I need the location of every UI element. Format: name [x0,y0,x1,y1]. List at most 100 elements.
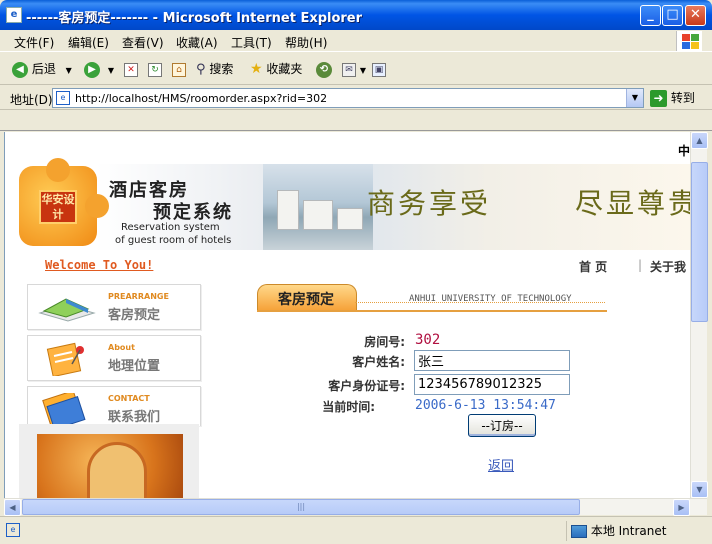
hotel-photo [263,164,373,250]
stop-icon: ✕ [124,62,138,77]
slogan-1: 商务享受 [367,187,492,220]
links-bar [0,111,712,131]
ie-page-icon: e [6,523,20,537]
chevron-down-icon[interactable]: ▼ [108,66,114,75]
search-button[interactable]: ⚲ 搜索 [196,60,233,78]
scroll-down-icon[interactable]: ▼ [691,481,708,498]
nav-home[interactable]: 首 页 [579,258,607,275]
menu-tools[interactable]: 工具(T) [231,34,272,51]
puzzle-logo-icon: 华安设计 [19,158,109,246]
customer-id-input[interactable] [414,374,570,395]
banner: 华安设计 酒店客房 预定系统 Reservation system of gue… [15,158,690,250]
back-label: 后退 [31,62,56,76]
logo-seal: 华安设计 [39,190,77,224]
address-bar: 地址(D) e http://localhost/HMS/roomorder.a… [0,86,712,110]
menu-file[interactable]: 文件(F) [14,34,54,51]
vertical-scrollbar[interactable]: ▲ ▼ [690,132,708,498]
mail-button[interactable]: ✉ ▼ [342,60,366,78]
book-icon [38,298,96,322]
menu-favorites[interactable]: 收藏(A) [176,34,218,51]
sidebar-item-prearrange[interactable]: PREARRANGE 客房预定 [27,284,201,330]
sidebar-item-contact[interactable]: CONTACT 联系我们 [27,386,201,427]
menu-help[interactable]: 帮助(H) [285,34,327,51]
home-icon: ⌂ [172,62,186,77]
history-button[interactable]: ⟲ [316,60,332,78]
close-button[interactable]: ✕ [685,5,706,26]
sidebar-cn: 联系我们 [108,410,161,425]
address-url[interactable]: http://localhost/HMS/roomorder.aspx?rid=… [75,92,327,105]
room-number-label: 房间号: [364,335,405,349]
scroll-left-icon[interactable]: ◀ [4,499,21,516]
favorites-label: 收藏夹 [266,62,303,76]
menu-view[interactable]: 查看(V) [122,34,164,51]
star-icon: ★ [250,61,263,77]
chevron-down-icon[interactable]: ▼ [626,89,643,107]
title-bar: e ------客房预定------- - Microsoft Internet… [0,0,712,30]
mail-icon: ✉ [342,62,356,77]
customer-name-label: 客户姓名: [352,355,405,369]
chevron-down-icon[interactable]: ▼ [360,66,366,75]
slogan-2: 尽显尊贵 [575,187,690,220]
address-label: 地址(D) [10,93,53,107]
refresh-icon: ↻ [148,62,162,77]
book-room-button[interactable]: --订房-- [468,414,536,437]
system-title-en-2: of guest room of hotels [115,235,232,246]
section-tab: 客房预定 [257,284,357,310]
sidebar-en: CONTACT [108,394,150,403]
go-arrow-icon: ➜ [650,90,667,107]
university-name: ANHUI UNIVERSITY OF TECHNOLOGY [409,294,572,304]
status-bar: e 本地 Intranet [0,516,712,544]
system-title-2: 预定系统 [153,202,233,223]
go-button[interactable]: ➜ 转到 [650,89,695,107]
search-label: 搜索 [209,62,234,76]
ie-page-icon[interactable]: e [6,7,22,23]
stop-button[interactable]: ✕ [124,60,138,78]
vertical-scroll-thumb[interactable] [691,162,708,322]
customer-id-label: 客户身份证号: [328,379,405,393]
section-tab-label: 客房预定 [278,292,334,308]
windows-logo-icon [676,31,702,51]
current-time-value: 2006-6-13 13:54:47 [415,398,556,413]
chevron-down-icon[interactable]: ▼ [66,66,72,75]
menu-edit[interactable]: 编辑(E) [68,34,109,51]
nav-about[interactable]: 关于我 [650,258,686,275]
sidebar-cn: 客房预定 [108,308,161,323]
address-input[interactable]: e http://localhost/HMS/roomorder.aspx?ri… [52,88,644,108]
go-label: 转到 [670,91,695,105]
favorites-button[interactable]: ★ 收藏夹 [250,60,302,78]
zone-label: 本地 Intranet [590,524,667,538]
room-photo [37,434,183,498]
room-number-value: 302 [415,332,441,348]
menu-bar: 文件(F) 编辑(E) 查看(V) 收藏(A) 工具(T) 帮助(H) [0,30,712,52]
back-button[interactable]: ◀ 后退 ▼ [12,60,72,78]
horizontal-scroll-thumb[interactable]: ||| [22,499,580,515]
page-viewport: 中 华安设计 酒店客房 预定系统 Reservation system of g… [4,132,690,498]
window-icon: ▣ [372,62,386,77]
forward-arrow-icon: ▶ [84,61,100,78]
back-link[interactable]: 返回 [488,455,514,474]
maximize-button[interactable]: □ [662,5,683,26]
sidebar-cn: 地理位置 [108,359,161,374]
ie-page-icon: e [56,91,70,105]
intranet-icon [571,525,587,538]
customer-name-input[interactable] [414,350,570,371]
welcome-text: Welcome To You! [45,258,154,272]
scroll-right-icon[interactable]: ▶ [673,499,690,516]
refresh-button[interactable]: ↻ [148,60,162,78]
system-title-en-1: Reservation system [121,222,220,233]
notepad-icon [46,342,84,376]
section-divider [257,310,607,312]
sidebar-en: About [108,343,135,352]
print-button[interactable]: ▣ [372,60,386,78]
scroll-up-icon[interactable]: ▲ [691,132,708,149]
security-zone: 本地 Intranet [566,521,666,541]
sidebar-item-about[interactable]: About 地理位置 [27,335,201,381]
forward-button[interactable]: ▶ ▼ [84,60,114,78]
home-button[interactable]: ⌂ [172,60,186,78]
language-link[interactable]: 中 [678,142,690,159]
minimize-button[interactable]: _ [640,5,661,26]
toolbar: ◀ 后退 ▼ ▶ ▼ ✕ ↻ ⌂ ⚲ 搜索 ★ 收藏夹 ⟲ ✉ ▼ ▣ [0,53,712,85]
nav-separator: | [638,258,643,272]
current-time-label: 当前时间: [322,400,375,414]
horizontal-scrollbar[interactable]: ◀ ||| ▶ [4,498,707,516]
